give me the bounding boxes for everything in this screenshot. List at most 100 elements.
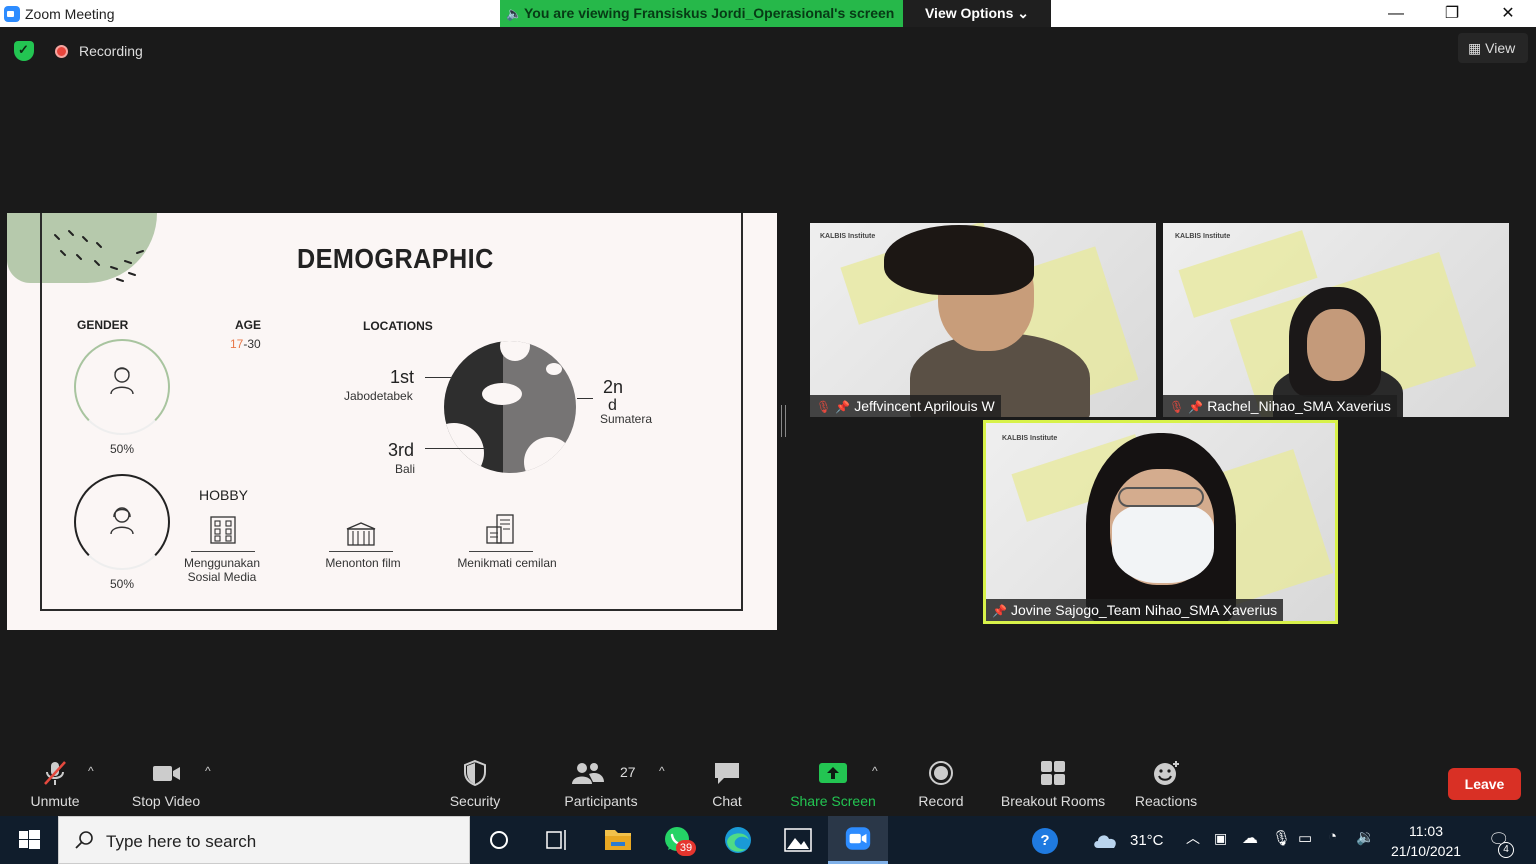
close-button[interactable]: ✕ [1480,0,1536,27]
hobby-label: HOBBY [199,487,249,503]
view-label: View [1485,40,1516,56]
window-title: Zoom Meeting [25,6,115,22]
hobby-1-line1: Menggunakan [183,556,261,570]
notification-center-button[interactable]: 🗨 4 [1484,816,1520,864]
zoom-taskbar-icon[interactable] [828,816,888,864]
battery-icon[interactable]: ▭ [1298,829,1312,864]
date: 21/10/2021 [1390,843,1462,859]
participants-icon [572,763,604,784]
task-view-icon[interactable] [527,816,587,864]
weather-widget[interactable]: 31°C [1092,816,1172,864]
meet-now-icon[interactable]: ▣ [1214,830,1227,864]
onedrive-icon[interactable]: ☁ [1242,828,1258,864]
taskbar-search-box[interactable]: Type here to search [58,816,470,864]
photos-app-icon[interactable] [768,816,828,864]
wifi-icon[interactable]: ◔ [1328,828,1337,864]
hobby-item-3: Menikmati cemilan [447,556,567,570]
minimize-icon: — [1388,5,1404,22]
windows-start-icon[interactable] [0,816,58,864]
second-place: Sumatera [600,412,653,426]
hobby-item-2: Menonton film [313,556,413,570]
restore-button[interactable]: ❐ [1424,0,1480,27]
video-tile-2[interactable]: KALBIS Institute 🎙 📌 Rachel_Nihao_SMA Xave… [1163,223,1509,417]
reactions-button[interactable]: Reactions [1130,750,1202,816]
view-options-button[interactable]: View Options ⌄ [903,0,1051,27]
view-button[interactable]: ▦ View [1458,33,1528,63]
first-place: Jabodetabek [344,389,413,403]
hobby-3-line1: Menikmati cemilan [457,556,557,570]
breakout-rooms-label: Breakout Rooms [1000,793,1106,809]
video-tile-1[interactable]: KALBIS Institute 🎙 📌 Jeffvincent Aprilouis… [810,223,1156,417]
third-leader-line [425,448,487,449]
glasses [1118,487,1204,507]
participant-name-bar: 📌 Jovine Sajogo_Team Nihao_SMA Xaverius [986,599,1284,621]
participant-name: Jeffvincent Aprilouis W [854,398,995,414]
help-icon: ? [1032,828,1058,854]
hobby-item-1: Menggunakan Sosial Media [175,556,269,584]
file-explorer-icon[interactable] [588,816,648,864]
security-button[interactable]: Security [440,750,510,816]
shared-screen-slide: DEMOGRAPHIC GENDER AGE 17-30 LOCATIONS 5… [7,213,777,630]
search-placeholder: Type here to search [106,832,257,851]
face-mask [1112,505,1214,583]
grid-view-icon: ▦ [1468,40,1482,56]
breakout-rooms-button[interactable]: Breakout Rooms [996,750,1110,816]
help-button[interactable]: ? [1030,816,1062,864]
hobby-underline-1 [191,551,255,552]
minimize-button[interactable]: — [1368,0,1424,27]
pin-icon: 📌 [992,604,1007,618]
show-hidden-icons-chevron[interactable]: ︿ [1186,828,1200,864]
microphone-tray-icon[interactable]: 🎙 [1272,829,1291,864]
leave-button[interactable]: Leave [1448,768,1521,800]
chat-button[interactable]: Chat [700,750,754,816]
notification-count: 4 [1498,842,1514,858]
share-screen-button[interactable]: Share Screen [786,750,880,816]
share-banner-text: You are viewing Fransiskus Jordi_Operasi… [524,5,895,21]
participants-button[interactable]: 27 Participants [558,750,644,816]
split-view-handle[interactable] [781,405,786,437]
participant-name: Rachel_Nihao_SMA Xaverius [1207,398,1391,414]
muted-mic-icon: 🎙 [816,400,832,414]
male-person-icon [110,367,134,395]
gender-label: GENDER [77,318,129,332]
snack-shop-icon [486,514,514,544]
video-options-caret[interactable]: ^ [205,764,211,778]
chat-bubble-icon [715,763,739,784]
record-label: Record [918,793,964,809]
cinema-icon [346,522,376,546]
participants-count: 27 [620,764,636,780]
share-options-caret[interactable]: ^ [872,764,878,778]
volume-icon[interactable]: 🔉 [1356,828,1375,864]
age-value: 17-30 [230,337,261,351]
audio-options-caret[interactable]: ^ [88,764,94,778]
hobby-2-line1: Menonton film [325,556,401,570]
unmute-button[interactable]: Unmute [20,750,90,816]
edge-browser-icon[interactable] [708,816,768,864]
search-icon [75,831,93,849]
video-tile-3-active-speaker[interactable]: KALBIS Institute 📌 Jovine Sajogo_Team Nih… [983,420,1338,624]
time: 11:03 [1409,823,1443,839]
encryption-shield-icon[interactable] [14,41,34,61]
record-icon [929,761,953,785]
first-leader-line [425,377,451,378]
microphone-muted-icon [44,761,66,785]
meeting-area: Recording ▦ View DEMOGRAPHIC GENDER [0,27,1536,750]
stop-video-button[interactable]: Stop Video [125,750,207,816]
kalbis-logo: KALBIS Institute [1002,435,1058,442]
whatsapp-app[interactable]: 39 [648,816,708,864]
speaker-icon: 🔈 [506,6,523,21]
locations-label: LOCATIONS [363,319,433,333]
reactions-smiley-icon [1154,761,1179,785]
cortana-icon[interactable] [470,816,530,864]
meeting-toolbar: Unmute ^ Stop Video ^ Security 27 Partic… [0,750,1536,816]
reactions-label: Reactions [1134,793,1198,809]
share-screen-icon [819,763,847,783]
participants-options-caret[interactable]: ^ [659,764,665,778]
age-label: AGE [235,318,262,332]
muted-mic-icon: 🎙 [1169,400,1185,414]
temperature: 31°C [1130,832,1164,849]
record-button[interactable]: Record [910,750,972,816]
system-clock[interactable]: 11:03 21/10/2021 [1380,821,1472,861]
restore-icon: ❐ [1444,5,1460,22]
participant-name: Jovine Sajogo_Team Nihao_SMA Xaverius [1010,602,1278,618]
